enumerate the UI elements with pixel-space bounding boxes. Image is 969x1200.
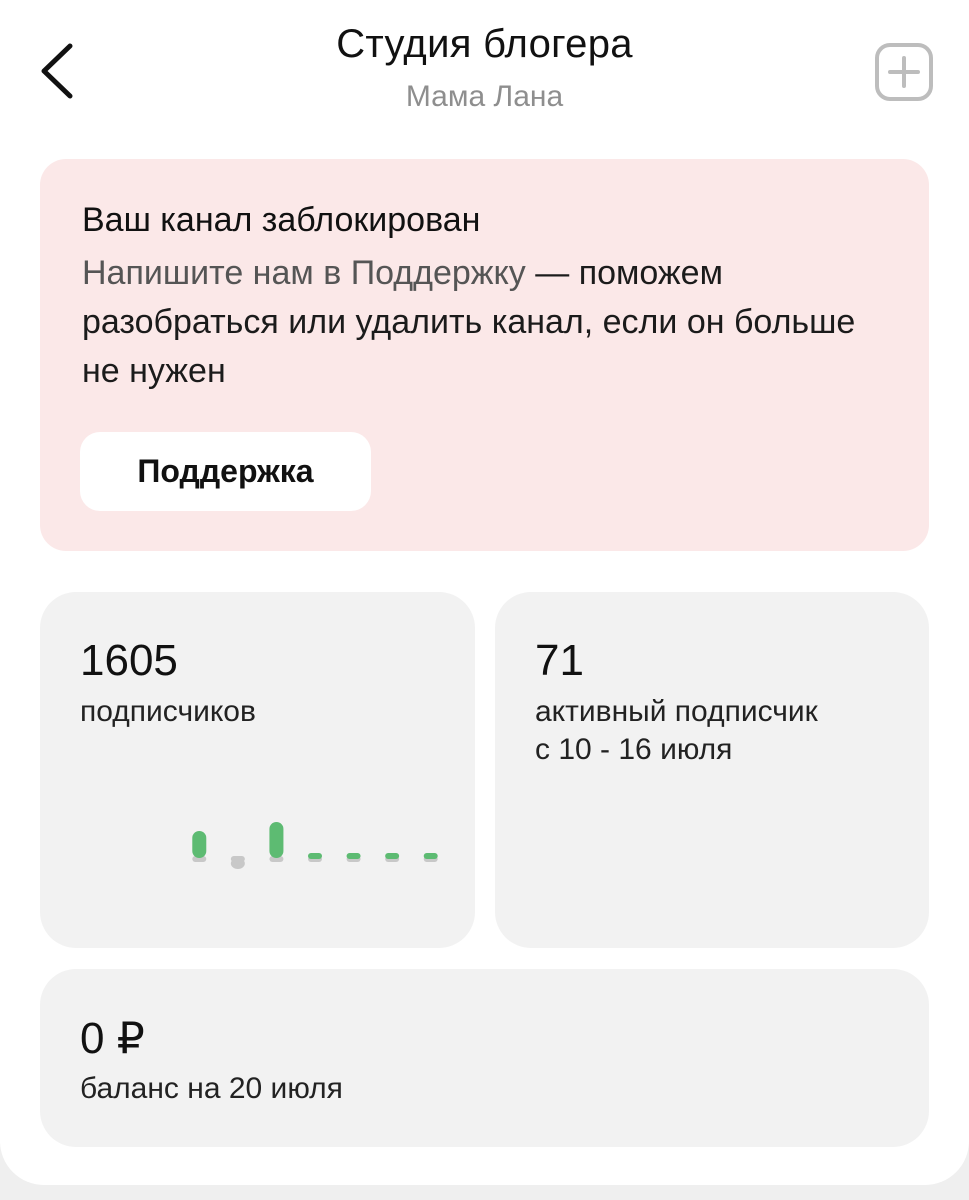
add-button[interactable] (874, 42, 934, 102)
active-subscribers-period: с 10 - 16 июля (535, 733, 733, 766)
screen: Студия блогера Мама Лана Ваш канал забло… (0, 0, 969, 1185)
chart-bar-4 (308, 853, 322, 859)
alert-title: Ваш канал заблокирован (82, 201, 481, 239)
subscribers-mini-chart (192, 822, 438, 869)
support-button[interactable]: Поддержка (80, 432, 371, 511)
chart-bar-3 (269, 822, 284, 858)
chart-bar-5 (346, 853, 361, 859)
header: Студия блогера Мама Лана (0, 0, 969, 140)
subscribers-count: 1605 (80, 636, 178, 685)
subscribers-card[interactable]: 1605 подписчиков (40, 592, 475, 948)
page-subtitle: Мама Лана (405, 80, 564, 113)
balance-value: 0 ₽ (80, 1014, 145, 1063)
active-subscribers-card[interactable]: 71 активный подписчик с 10 - 16 июля (495, 592, 929, 948)
active-subscribers-label: активный подписчик (535, 695, 818, 728)
page-title: Студия блогера (336, 22, 633, 66)
chart-bar-7 (423, 853, 438, 859)
active-subscribers-count: 71 (535, 636, 584, 685)
plus-square-icon (875, 43, 933, 101)
balance-card[interactable]: 0 ₽ баланс на 20 июля (40, 969, 929, 1147)
chart-bar-2 (230, 858, 245, 869)
subscribers-label: подписчиков (80, 695, 256, 728)
channel-blocked-alert: Ваш канал заблокирован Напишите нам в По… (40, 159, 929, 551)
balance-label: баланс на 20 июля (80, 1072, 343, 1105)
alert-support-link[interactable]: Напишите нам в Поддержку (82, 254, 526, 292)
alert-text: Напишите нам в Поддержку — поможем разоб… (82, 249, 882, 396)
chart-bar-6 (385, 853, 400, 859)
chart-bar-1 (192, 831, 207, 858)
